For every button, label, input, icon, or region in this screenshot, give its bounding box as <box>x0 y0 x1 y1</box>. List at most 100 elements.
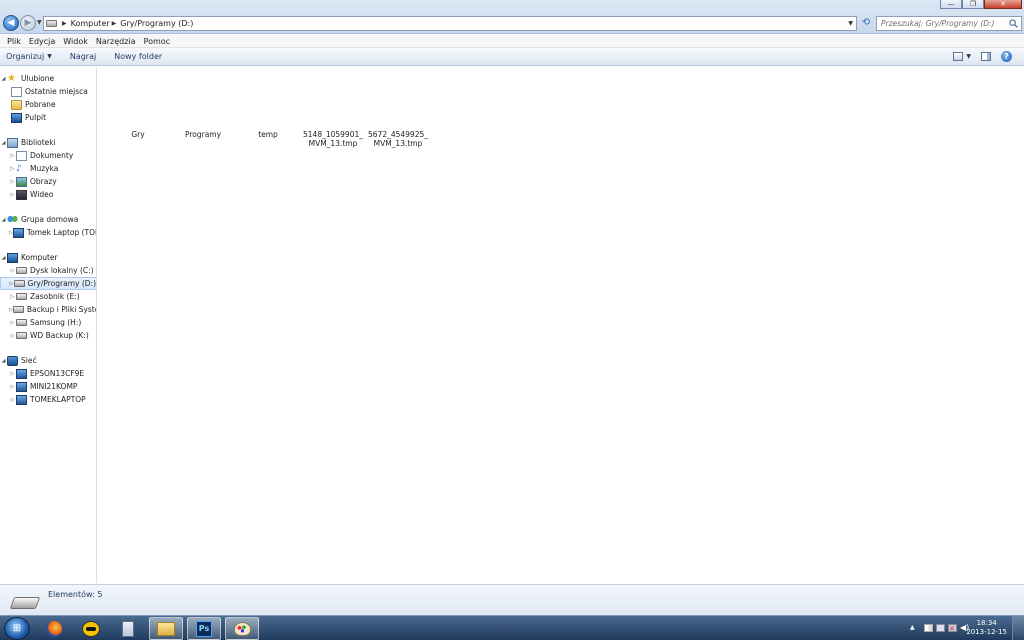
drive-icon <box>9 597 41 609</box>
nav-network[interactable]: ◢ Sieć <box>0 354 96 367</box>
nav-item-drive-d[interactable]: ▷ Gry/Programy (D:) <box>0 277 96 290</box>
menu-tools[interactable]: Narzędzia <box>92 37 140 46</box>
expand-toggle[interactable]: ▷ <box>9 384 16 390</box>
expand-toggle[interactable]: ▷ <box>9 268 16 274</box>
expand-toggle[interactable]: ▷ <box>9 371 16 377</box>
taskbar-photoshop[interactable]: Ps <box>187 617 221 640</box>
nav-label: EPSON13CF9E <box>30 369 85 378</box>
expand-toggle[interactable]: ▷ <box>9 294 16 300</box>
file-item-programy[interactable]: Programy <box>172 130 234 139</box>
expand-toggle[interactable]: ◢ <box>0 358 7 364</box>
file-list[interactable]: Gry Programy temp 5148_1059901_MVM_13.tm… <box>98 67 1024 583</box>
expand-toggle[interactable]: ◢ <box>0 255 7 261</box>
expand-toggle[interactable]: ◢ <box>0 140 7 146</box>
search-box[interactable] <box>876 16 1022 31</box>
refresh-button[interactable]: ⟲ <box>860 17 872 29</box>
nav-item-tomek-laptop[interactable]: ▷ Tomek Laptop (TOMEKLAPTOP) <box>0 226 96 239</box>
action-center-icon[interactable] <box>924 624 933 632</box>
file-item-tmp-1[interactable]: 5148_1059901_MVM_13.tmp <box>302 130 364 148</box>
expand-toggle[interactable]: ▷ <box>9 153 16 159</box>
nav-item-drive-e[interactable]: ▷ Zasobnik (E:) <box>0 290 96 303</box>
nav-item-documents[interactable]: ▷ Dokumenty <box>0 149 96 162</box>
breadcrumb-computer[interactable]: Komputer <box>71 19 110 28</box>
expand-toggle[interactable]: ▷ <box>9 281 14 287</box>
organize-button[interactable]: Organizuj ▼ <box>6 52 52 61</box>
nav-computer[interactable]: ◢ Komputer <box>0 251 96 264</box>
nav-item-downloads[interactable]: Pobrane <box>0 98 96 111</box>
notes-icon <box>122 620 134 637</box>
nav-item-drive-c[interactable]: ▷ Dysk lokalny (C:) <box>0 264 96 277</box>
change-view-icon[interactable] <box>953 52 964 61</box>
nav-item-desktop[interactable]: Pulpit <box>0 111 96 124</box>
burn-button[interactable]: Nagraj <box>70 52 96 61</box>
nav-label: Obrazy <box>30 177 57 186</box>
nav-item-drive-h[interactable]: ▷ Samsung (H:) <box>0 316 96 329</box>
breadcrumb-separator[interactable]: ▶ <box>62 20 67 27</box>
chevron-down-icon: ▼ <box>47 53 52 60</box>
homegroup-icon <box>7 214 18 225</box>
nav-item-epson[interactable]: ▷ EPSON13CF9E <box>0 367 96 380</box>
recent-pages-dropdown[interactable]: ▼ <box>37 19 42 26</box>
nav-item-drive-f[interactable]: ▷ Backup i Pliki Systemowe (F:) <box>0 303 96 316</box>
nav-item-tomeklaptop[interactable]: ▷ TOMEKLAPTOP <box>0 393 96 406</box>
expand-toggle[interactable]: ▷ <box>9 397 16 403</box>
search-icon[interactable] <box>1009 19 1018 28</box>
item-count: Elementów: 5 <box>48 590 103 599</box>
help-icon[interactable]: ? <box>1001 51 1012 62</box>
show-hidden-icons-button[interactable]: ▲ <box>910 624 915 631</box>
expand-toggle[interactable]: ▷ <box>9 179 16 185</box>
taskbar-firefox[interactable] <box>37 617 71 640</box>
start-button[interactable]: ⊞ <box>4 617 30 640</box>
expand-toggle[interactable]: ◢ <box>0 217 7 223</box>
menu-view[interactable]: Widok <box>59 37 92 46</box>
organize-label: Organizuj <box>6 52 45 61</box>
nav-homegroup[interactable]: ◢ Grupa domowa <box>0 213 96 226</box>
nav-item-mini21komp[interactable]: ▷ MINI21KOMP <box>0 380 96 393</box>
taskbar-notes[interactable] <box>111 617 145 640</box>
breadcrumb-drive-d[interactable]: Gry/Programy (D:) <box>120 19 193 28</box>
file-item-gry[interactable]: Gry <box>107 130 169 139</box>
address-bar[interactable]: ▶ Komputer ▶ Gry/Programy (D:) ▼ <box>43 16 857 31</box>
expand-toggle[interactable]: ▷ <box>9 192 16 198</box>
show-desktop-button[interactable] <box>1012 616 1024 640</box>
address-dropdown[interactable]: ▼ <box>848 20 853 27</box>
view-options-dropdown[interactable]: ▼ <box>966 53 971 60</box>
maximize-button[interactable]: ❐ <box>962 0 984 9</box>
taskbar-explorer[interactable] <box>149 617 183 640</box>
search-input[interactable] <box>881 19 1005 28</box>
menu-help[interactable]: Pomoc <box>140 37 175 46</box>
menu-file[interactable]: Plik <box>3 37 25 46</box>
nav-item-drive-k[interactable]: ▷ WD Backup (K:) <box>0 329 96 342</box>
document-icon <box>16 150 27 161</box>
menu-edit[interactable]: Edycja <box>25 37 59 46</box>
video-icon <box>16 189 27 200</box>
preview-pane-icon[interactable] <box>981 52 991 61</box>
nav-libraries[interactable]: ◢ Biblioteki <box>0 136 96 149</box>
clock-time: 18:34 <box>976 619 997 627</box>
close-button[interactable]: ✕ <box>984 0 1022 9</box>
music-icon: ♪ <box>16 163 22 174</box>
navigation-pane[interactable]: ◢ ★ Ulubione Ostatnie miejsca Pobrane Pu… <box>0 67 97 583</box>
back-button[interactable]: ◀ <box>3 15 19 31</box>
forward-button[interactable]: ▶ <box>20 15 36 31</box>
new-folder-button[interactable]: Nowy folder <box>114 52 162 61</box>
nav-item-videos[interactable]: ▷ Wideo <box>0 188 96 201</box>
breadcrumb-separator[interactable]: ▶ <box>112 20 117 27</box>
nav-label: Biblioteki <box>21 138 56 147</box>
clock[interactable]: 18:34 2013-12-15 <box>966 619 1007 637</box>
nav-favorites[interactable]: ◢ ★ Ulubione <box>0 72 96 85</box>
display-icon[interactable] <box>936 624 945 632</box>
expand-toggle[interactable]: ▷ <box>9 333 16 339</box>
network-status-icon[interactable]: ✕ <box>948 624 957 633</box>
nav-item-recent-places[interactable]: Ostatnie miejsca <box>0 85 96 98</box>
taskbar-batman-app[interactable] <box>74 617 108 640</box>
expand-toggle[interactable]: ▷ <box>9 166 16 172</box>
file-item-temp[interactable]: temp <box>237 130 299 139</box>
expand-toggle[interactable]: ◢ <box>0 76 7 82</box>
file-item-tmp-2[interactable]: 5672_4549925_MVM_13.tmp <box>367 130 429 148</box>
minimize-button[interactable]: — <box>940 0 962 9</box>
nav-item-pictures[interactable]: ▷ Obrazy <box>0 175 96 188</box>
taskbar-paint[interactable] <box>225 617 259 640</box>
expand-toggle[interactable]: ▷ <box>9 320 16 326</box>
nav-item-music[interactable]: ▷ ♪ Muzyka <box>0 162 96 175</box>
